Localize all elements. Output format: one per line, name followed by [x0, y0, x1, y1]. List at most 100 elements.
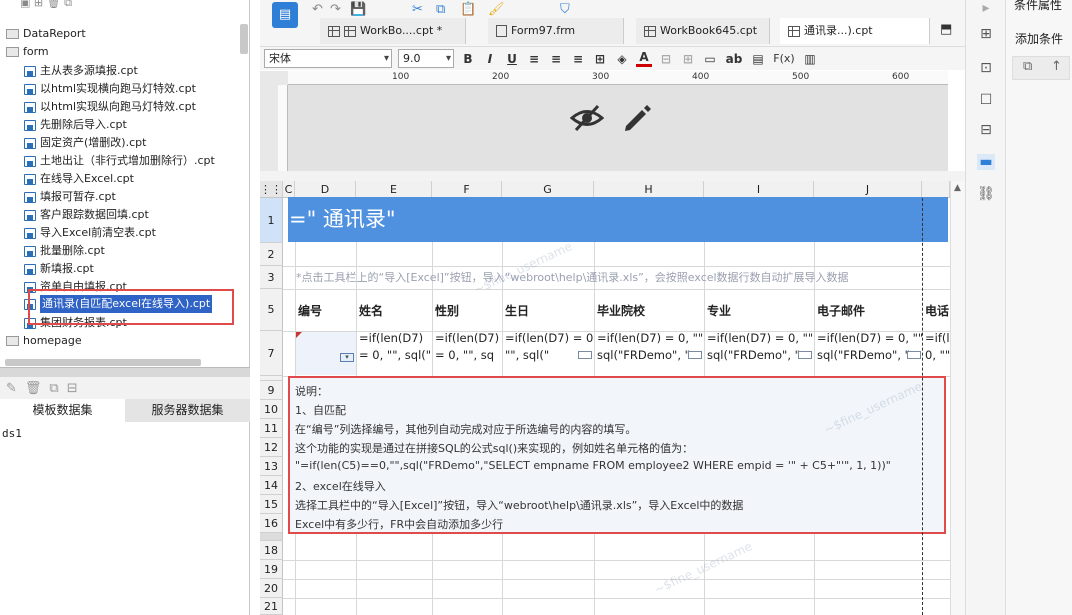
grid-icon[interactable]: ⊞	[34, 0, 43, 12]
collapse-arrow-icon[interactable]: ▸	[977, 0, 995, 16]
scroll-up-icon[interactable]: ▲	[954, 183, 961, 193]
header-cell-name[interactable]: 姓名	[357, 295, 383, 327]
tree-scrollbar-horizontal[interactable]	[5, 359, 201, 366]
col-header-j[interactable]: J	[814, 181, 922, 198]
copy-icon[interactable]: ⧉	[64, 0, 72, 12]
text-widget-button[interactable]: ab	[724, 52, 744, 66]
format-painter-icon[interactable]: 🖌	[488, 2, 505, 17]
paste-icon[interactable]: 📋	[460, 2, 476, 17]
col-header-g[interactable]: G	[502, 181, 594, 198]
font-family-select[interactable]: 宋体	[264, 49, 392, 68]
tree-scrollbar-vertical[interactable]	[240, 24, 248, 54]
dropdown-icon[interactable]: ▾	[340, 353, 354, 362]
move-up-icon[interactable]: ↑	[1051, 59, 1062, 74]
tree-file[interactable]: 客户跟踪数据回填.cpt	[24, 206, 149, 224]
col-header-c[interactable]: C	[283, 181, 295, 198]
dataset-settings-icon[interactable]: ⊟	[67, 381, 78, 396]
title-cell[interactable]: =" 通讯录"	[288, 197, 948, 242]
merge-cells-icon[interactable]: ⊟	[658, 52, 674, 66]
align-center-icon[interactable]: ≡	[548, 52, 564, 66]
row-header-9[interactable]: 9	[260, 381, 283, 400]
edit-pencil-icon[interactable]	[620, 102, 652, 134]
col-header-f[interactable]: F	[432, 181, 502, 198]
insert-row-icon[interactable]: ▭	[702, 52, 718, 66]
formula-cell-phone[interactable]: =if(l 0, ""	[922, 330, 950, 366]
formula-cell-major[interactable]: =if(len(D7) = 0, "", sql("FRDemo", "	[704, 330, 814, 366]
undo-icon[interactable]: ↶	[312, 2, 323, 17]
row-header-13[interactable]: 13	[260, 457, 283, 476]
id-select-cell[interactable]: ▾	[296, 332, 356, 375]
widget-settings-icon[interactable]: ⊟	[977, 122, 995, 138]
italic-button[interactable]: I	[482, 52, 498, 66]
formula-cell-birthday[interactable]: =if(len(D7) = 0, "", sql("	[502, 330, 594, 366]
header-cell-school[interactable]: 毕业院校	[595, 295, 645, 327]
row-header-14[interactable]: 14	[260, 476, 283, 495]
copy-condition-icon[interactable]: ⧉	[1023, 59, 1032, 74]
header-cell-phone[interactable]: 电话	[923, 295, 950, 327]
cut-icon[interactable]: ✂	[412, 2, 423, 17]
tree-folder[interactable]: form	[6, 43, 49, 61]
row-header-20[interactable]: 20	[260, 579, 283, 598]
row-header-7[interactable]: 7	[260, 331, 283, 376]
row-header-19[interactable]: 19	[260, 560, 283, 579]
row-header-18[interactable]: 18	[260, 541, 283, 560]
cell-attribute-icon[interactable]: ⊡	[977, 60, 995, 76]
row-header-10[interactable]: 10	[260, 400, 283, 419]
font-size-select[interactable]: 9.0	[398, 49, 454, 68]
border-icon[interactable]: ⊞	[592, 52, 608, 66]
col-header-h[interactable]: H	[594, 181, 704, 198]
font-color-button[interactable]: A	[636, 50, 652, 67]
condition-attribute-icon[interactable]: ▬	[977, 154, 995, 170]
dataset-item[interactable]: ds1	[2, 427, 250, 440]
tree-file[interactable]: 先删除后导入.cpt	[24, 116, 127, 134]
tree-file[interactable]: 土地出让（非行式增加删除行）.cpt	[24, 152, 215, 170]
edit-icon[interactable]: ✎	[6, 381, 17, 396]
tree-file[interactable]: 主从表多源填报.cpt	[24, 62, 138, 80]
bold-button[interactable]: B	[460, 52, 476, 66]
row-header-11[interactable]: 11	[260, 419, 283, 438]
preview-divider[interactable]	[260, 171, 965, 181]
tab-template-dataset[interactable]: 模板数据集	[0, 399, 125, 422]
import-hint-cell[interactable]: *点击工具栏上的“导入[Excel]”按钮，导入“webroot\help\通讯…	[296, 269, 922, 285]
col-header-i[interactable]: I	[704, 181, 814, 198]
add-condition-button[interactable]: 添加条件	[1015, 30, 1063, 47]
header-cell-birthday[interactable]: 生日	[503, 295, 529, 327]
row-header-3[interactable]: 3	[260, 266, 283, 289]
header-cell-id[interactable]: 编号	[296, 295, 322, 327]
cell-element-icon[interactable]: ⊞	[977, 26, 995, 42]
formula-cell-school[interactable]: =if(len(D7) = 0, "", sql("FRDemo", "	[594, 330, 704, 366]
tree-file[interactable]: 固定资产(增删改).cpt	[24, 134, 146, 152]
align-right-icon[interactable]: ≡	[570, 52, 586, 66]
header-cell-email[interactable]: 电子邮件	[815, 295, 865, 327]
tree-file[interactable]: 在线导入Excel.cpt	[24, 170, 134, 188]
image-icon[interactable]: ▤	[750, 52, 766, 66]
row-header-12[interactable]: 12	[260, 438, 283, 457]
delete-icon[interactable]: 🗑	[47, 0, 61, 12]
row-header-17[interactable]	[260, 533, 283, 541]
formula-button[interactable]: F(x)	[772, 52, 796, 65]
tab-list-icon[interactable]: ⬒	[940, 22, 952, 37]
tab-tongxunlu[interactable]: 通讯录...).cpt	[780, 18, 930, 44]
tab-workbook645[interactable]: WorkBook645.cpt	[636, 18, 770, 44]
redo-icon[interactable]: ↷	[330, 2, 341, 17]
col-header-d[interactable]: D	[295, 181, 356, 198]
header-cell-gender[interactable]: 性别	[433, 295, 459, 327]
row-header-21[interactable]: 21	[260, 598, 283, 615]
tree-file[interactable]: 导入Excel前清空表.cpt	[24, 224, 156, 242]
grid-scrollbar[interactable]: ▲	[950, 181, 965, 615]
tree-file[interactable]: 以html实现横向跑马灯特效.cpt	[24, 80, 196, 98]
tree-file[interactable]: 批量删除.cpt	[24, 242, 105, 260]
select-all-corner[interactable]: ⋮⋮	[260, 181, 283, 198]
copy-toolbar-icon[interactable]: ⧉	[436, 2, 445, 17]
tree-file[interactable]: 新填报.cpt	[24, 260, 94, 278]
row-header-15[interactable]: 15	[260, 495, 283, 514]
preview-icon[interactable]: ⧉	[49, 381, 58, 396]
tree-folder[interactable]: DataReport	[6, 25, 86, 43]
save-icon[interactable]: 💾	[350, 2, 366, 17]
tree-file[interactable]: 填报可暂存.cpt	[24, 188, 116, 206]
new-folder-icon[interactable]: ▣	[20, 0, 30, 12]
formula-cell-name[interactable]: =if(len(D7) = 0, "", sql("	[356, 330, 432, 366]
formula-cell-gender[interactable]: =if(len(D7) = 0, "", sq	[432, 330, 502, 366]
underline-button[interactable]: U	[504, 52, 520, 66]
hide-icon[interactable]	[570, 103, 604, 133]
